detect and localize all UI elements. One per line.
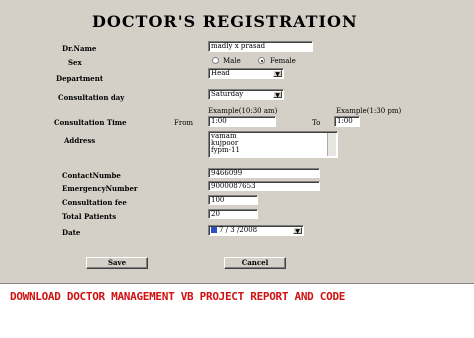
registration-form: DOCTOR'S REGISTRATION Dr.Name madly x pr… [0,0,474,284]
date-label: Date [62,228,81,237]
emergency-number-input[interactable]: 9000087653 [208,181,320,191]
calendar-icon [211,227,217,233]
sex-male-radio[interactable] [212,57,219,64]
date-picker[interactable]: 7 / 3 /2008 ▼ [208,225,304,236]
cancel-button[interactable]: Cancel [224,257,286,269]
emergency-number-label: EmergencyNumber [62,184,138,193]
consultation-time-label: Consultation Time [54,118,127,127]
address-textarea[interactable]: vamam kujpoor fypm-11 [208,131,338,158]
consultation-fee-label: Consultation fee [62,198,127,207]
sex-female-radio[interactable] [258,57,265,64]
total-patients-input[interactable]: 20 [208,209,258,219]
from-time-hint: Example(10:30 am) [208,107,278,115]
contact-number-label: ContactNumbe [62,171,121,180]
form-title: DOCTOR'S REGISTRATION [92,12,358,31]
sex-male-label: Male [223,57,241,65]
sex-female-label: Female [270,57,296,65]
from-label: From [174,119,194,127]
chevron-down-icon[interactable]: ▼ [293,227,302,235]
consultation-day-select[interactable]: Saturday ▼ [208,89,284,100]
consultation-day-value: Saturday [211,90,244,98]
save-button[interactable]: Save [86,257,148,269]
dr-name-label: Dr.Name [62,44,97,53]
to-label: To [312,119,321,127]
address-scrollbar[interactable] [327,133,336,156]
department-select[interactable]: Head ▼ [208,68,284,79]
address-label: Address [64,136,96,145]
to-time-hint: Example(1:30 pm) [336,107,402,115]
to-time-input[interactable]: 1:00 [334,116,360,127]
download-banner[interactable]: DOWNLOAD DOCTOR MANAGEMENT VB PROJECT RE… [10,290,345,303]
consultation-fee-input[interactable]: 100 [208,195,258,205]
date-value: 7 / 3 /2008 [219,226,258,234]
sex-label: Sex [68,58,82,67]
chevron-down-icon[interactable]: ▼ [273,70,282,78]
total-patients-label: Total Patients [62,212,117,221]
department-value: Head [211,69,230,77]
from-time-input[interactable]: 1:00 [208,116,276,127]
department-label: Department [56,74,104,83]
contact-number-input[interactable]: 9466099 [208,168,320,178]
chevron-down-icon[interactable]: ▼ [273,91,282,99]
consultation-day-label: Consultation day [58,93,125,102]
address-line: fypm-11 [211,146,240,154]
dr-name-input[interactable]: madly x prasad [208,41,313,52]
